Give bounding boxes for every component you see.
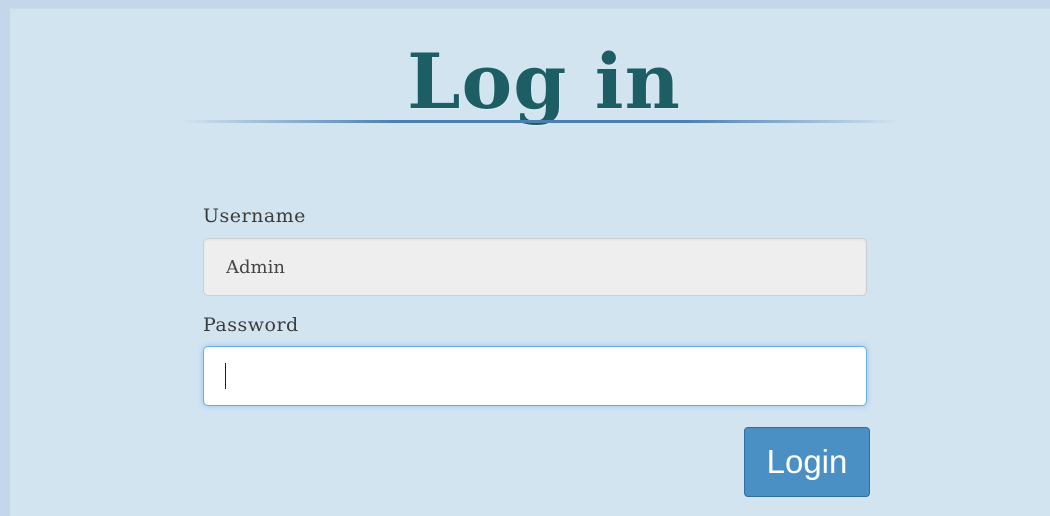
password-field[interactable] (203, 346, 867, 406)
page-title: Log in (407, 37, 681, 126)
username-label: Username (203, 205, 306, 227)
title-divider (180, 120, 900, 123)
login-button[interactable]: Login (744, 427, 870, 497)
password-label: Password (203, 314, 299, 336)
text-cursor (225, 363, 226, 389)
username-field[interactable] (203, 238, 867, 296)
login-panel: Log in Username Password Login (10, 8, 1050, 516)
